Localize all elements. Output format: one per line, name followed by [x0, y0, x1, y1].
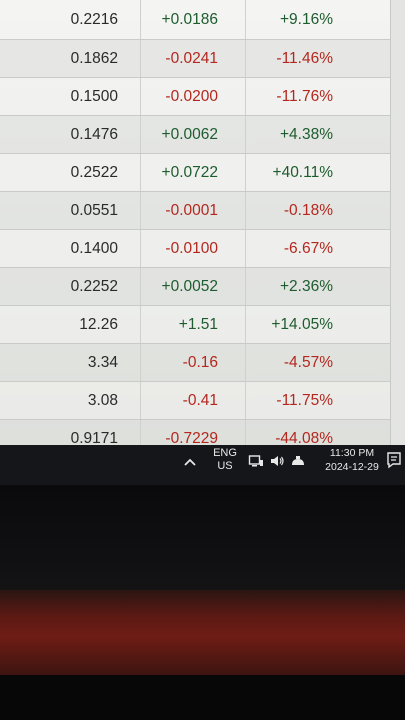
table-row[interactable]: 0.1862 -0.0241 -11.46% — [0, 40, 395, 78]
change-cell: -0.0100 — [165, 239, 218, 257]
price-cell: 3.34 — [87, 353, 118, 371]
bottom-shadow — [0, 675, 405, 720]
column-divider — [245, 268, 246, 305]
percent-change-cell: -4.57% — [283, 353, 333, 371]
percent-change-cell: -11.46% — [276, 49, 333, 67]
change-cell: +1.51 — [178, 315, 218, 333]
table-row[interactable]: 0.1476 +0.0062 +4.38% — [0, 116, 395, 154]
table-row[interactable]: 0.9171 -0.7229 -44.08% — [0, 420, 395, 445]
change-cell: +0.0052 — [161, 277, 218, 295]
column-divider — [245, 344, 246, 381]
price-cell: 12.26 — [79, 315, 118, 333]
table-row[interactable]: 0.2522 +0.0722 +40.11% — [0, 154, 395, 192]
desk-surface — [0, 590, 405, 675]
change-cell: -0.41 — [182, 391, 218, 409]
column-divider — [245, 192, 246, 229]
column-divider — [140, 116, 141, 153]
column-divider — [140, 78, 141, 115]
table-row[interactable]: 0.2252 +0.0052 +2.36% — [0, 268, 395, 306]
column-divider — [245, 116, 246, 153]
screen: 0.2216 +0.0186 +9.16% 0.1862 -0.0241 -11.46% 0… — [0, 0, 405, 445]
percent-change-cell: -6.67% — [283, 239, 333, 257]
percent-change-cell: -0.18% — [283, 201, 333, 219]
column-divider — [140, 192, 141, 229]
column-divider — [245, 382, 246, 419]
percent-change-cell: +2.36% — [279, 277, 333, 295]
percent-change-cell: -44.08% — [275, 429, 333, 446]
column-divider — [245, 420, 246, 445]
scrollbar[interactable] — [390, 0, 405, 445]
table-row[interactable]: 3.34 -0.16 -4.57% — [0, 344, 395, 382]
notification-icon[interactable] — [385, 450, 403, 470]
network-icon[interactable] — [248, 453, 264, 469]
system-tray — [248, 453, 306, 469]
change-cell: -0.16 — [182, 353, 218, 371]
price-cell: 0.9171 — [70, 429, 118, 446]
price-cell: 0.1862 — [70, 49, 118, 67]
price-cell: 0.2216 — [70, 10, 118, 28]
change-cell: -0.7229 — [165, 429, 218, 446]
change-cell: -0.0001 — [165, 201, 218, 219]
region-code: US — [217, 460, 233, 472]
percent-change-cell: +14.05% — [271, 315, 333, 333]
column-divider — [140, 154, 141, 191]
clock-date: 2024-12-29 — [325, 461, 379, 473]
price-cell: 0.1476 — [70, 125, 118, 143]
table-row[interactable]: 0.0551 -0.0001 -0.18% — [0, 192, 395, 230]
percent-change-cell: +4.38% — [279, 125, 333, 143]
table-row[interactable]: 0.2216 +0.0186 +9.16% — [0, 0, 395, 40]
language-indicator[interactable]: ENG US — [210, 447, 240, 473]
percent-change-cell: -11.75% — [276, 391, 333, 409]
column-divider — [245, 230, 246, 267]
price-cell: 0.1400 — [70, 239, 118, 257]
percent-change-cell: +40.11% — [272, 163, 333, 181]
percent-change-cell: +9.16% — [279, 10, 333, 28]
change-cell: +0.0062 — [161, 125, 218, 143]
percent-change-cell: -11.76% — [276, 87, 333, 105]
column-divider — [140, 0, 141, 39]
column-divider — [245, 0, 246, 39]
table-row[interactable]: 12.26 +1.51 +14.05% — [0, 306, 395, 344]
battery-icon[interactable] — [290, 453, 306, 469]
column-divider — [140, 420, 141, 445]
column-divider — [140, 344, 141, 381]
volume-icon[interactable] — [269, 453, 285, 469]
price-cell: 0.1500 — [70, 87, 118, 105]
change-cell: +0.0186 — [161, 10, 218, 28]
column-divider — [245, 306, 246, 343]
price-cell: 0.0551 — [70, 201, 118, 219]
table-row[interactable]: 3.08 -0.41 -11.75% — [0, 382, 395, 420]
column-divider — [140, 268, 141, 305]
change-cell: +0.0722 — [161, 163, 218, 181]
column-divider — [140, 382, 141, 419]
column-divider — [140, 306, 141, 343]
column-divider — [245, 78, 246, 115]
column-divider — [140, 40, 141, 77]
column-divider — [245, 154, 246, 191]
clock[interactable]: 11:30 PM 2024-12-29 — [318, 446, 386, 474]
change-cell: -0.0200 — [165, 87, 218, 105]
price-cell: 3.08 — [87, 391, 118, 409]
chevron-up-icon[interactable] — [182, 453, 198, 471]
column-divider — [140, 230, 141, 267]
column-divider — [245, 40, 246, 77]
quotes-table: 0.2216 +0.0186 +9.16% 0.1862 -0.0241 -11.46% 0… — [0, 0, 395, 445]
taskbar: ENG US 11:30 PM 2024-12-29 — [0, 445, 405, 485]
price-cell: 0.2252 — [70, 277, 118, 295]
clock-time: 11:30 PM — [329, 447, 375, 459]
change-cell: -0.0241 — [165, 49, 218, 67]
price-cell: 0.2522 — [70, 163, 118, 181]
table-row[interactable]: 0.1500 -0.0200 -11.76% — [0, 78, 395, 116]
language-code: ENG — [213, 447, 237, 459]
table-row[interactable]: 0.1400 -0.0100 -6.67% — [0, 230, 395, 268]
